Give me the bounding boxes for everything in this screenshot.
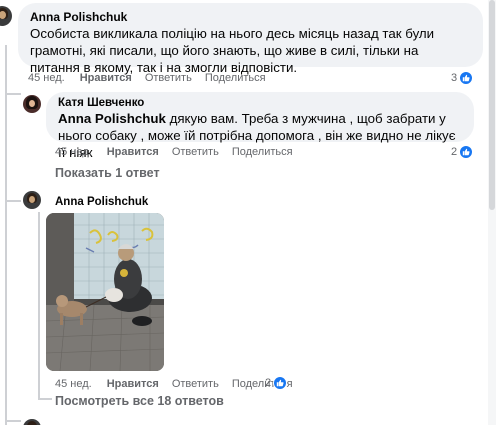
share-button[interactable]: Поделиться bbox=[205, 72, 266, 84]
comment-timestamp[interactable]: 45 нед. bbox=[55, 146, 92, 158]
avatar[interactable] bbox=[23, 191, 41, 209]
reaction-count[interactable]: 2 bbox=[451, 145, 474, 159]
thread-line-nested-branch bbox=[38, 398, 52, 400]
scrollbar-thumb[interactable] bbox=[489, 0, 495, 210]
avatar[interactable] bbox=[23, 419, 41, 425]
thread-line-reply-branch bbox=[5, 93, 21, 95]
comment-bubble: Anna Polishchuk Особиста викликала поліц… bbox=[18, 3, 483, 75]
mention-link[interactable]: Anna Polishchuk bbox=[58, 111, 166, 126]
reply-button[interactable]: Ответить bbox=[172, 378, 219, 390]
comment-bubble: Катя Шевченко Anna Polishchuk дякую вам.… bbox=[46, 92, 474, 160]
comment-timestamp[interactable]: 45 нед. bbox=[55, 378, 92, 390]
reaction-count[interactable]: 2 bbox=[265, 376, 288, 390]
like-icon bbox=[459, 145, 474, 159]
reaction-number: 2 bbox=[265, 377, 272, 389]
comment-text: Особиста викликала поліцію на нього десь… bbox=[30, 26, 435, 75]
scrollbar[interactable] bbox=[488, 0, 496, 425]
like-button[interactable]: Нравится bbox=[107, 378, 159, 390]
tile-wall-photo bbox=[46, 213, 164, 371]
comment-author[interactable]: Катя Шевченко bbox=[58, 96, 462, 110]
reaction-number: 3 bbox=[451, 72, 458, 84]
thread-line-reply-branch bbox=[5, 420, 21, 422]
thread-line-nested bbox=[38, 212, 40, 400]
thread-line bbox=[5, 45, 7, 425]
like-icon bbox=[273, 376, 288, 390]
like-button[interactable]: Нравится bbox=[80, 72, 132, 84]
comment-author[interactable]: Anna Polishchuk bbox=[30, 9, 471, 25]
comment-author[interactable]: Anna Polishchuk bbox=[55, 194, 148, 210]
reply-button[interactable]: Ответить bbox=[172, 146, 219, 158]
comment-actions: 45 нед. Нравится Ответить Поделиться bbox=[55, 146, 306, 158]
comment-actions: 45 нед. Нравится Ответить Поделиться bbox=[28, 72, 279, 84]
comment-photo[interactable] bbox=[46, 213, 164, 371]
comment-timestamp[interactable]: 45 нед. bbox=[28, 72, 65, 84]
thread-line-reply-branch bbox=[5, 200, 21, 202]
like-icon bbox=[459, 71, 474, 85]
reply-button[interactable]: Ответить bbox=[145, 72, 192, 84]
avatar[interactable] bbox=[23, 95, 41, 113]
reaction-number: 2 bbox=[451, 146, 458, 158]
view-all-replies-link[interactable]: Посмотреть все 18 ответов bbox=[55, 394, 224, 408]
show-replies-link[interactable]: Показать 1 ответ bbox=[55, 166, 160, 180]
share-button[interactable]: Поделиться bbox=[232, 146, 293, 158]
reaction-count[interactable]: 3 bbox=[451, 71, 474, 85]
avatar[interactable] bbox=[0, 6, 12, 26]
like-button[interactable]: Нравится bbox=[107, 146, 159, 158]
